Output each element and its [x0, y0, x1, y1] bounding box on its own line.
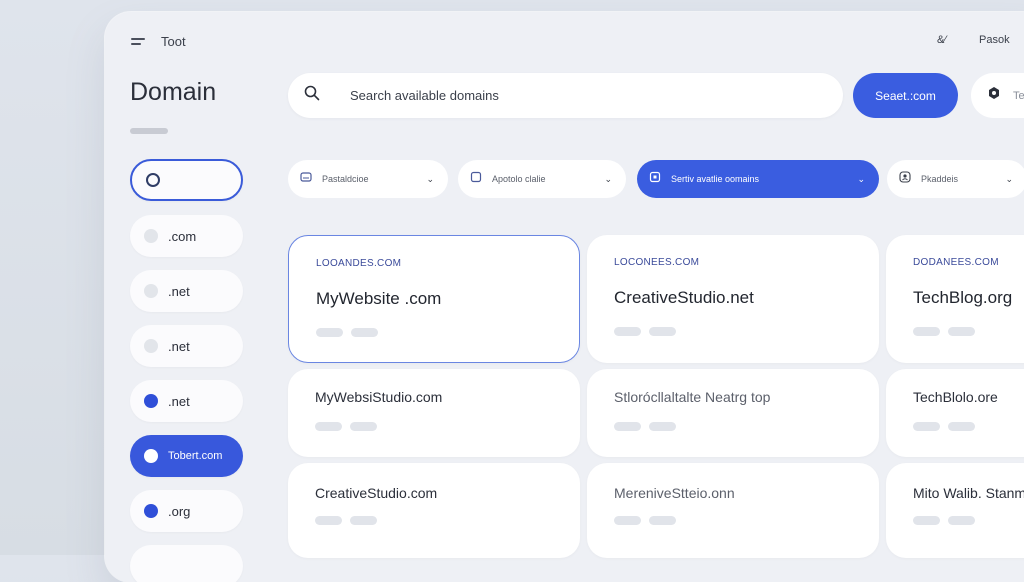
chevron-down-icon: ⌄	[1005, 173, 1013, 184]
sidebar-item-more[interactable]	[130, 545, 243, 582]
filter-dropdown-1[interactable]: Pastaldcioe ⌄	[288, 160, 448, 198]
radio-selected-icon	[144, 449, 158, 463]
card-tag	[948, 516, 975, 525]
radio-selected-icon	[144, 504, 158, 518]
filter-icon	[300, 170, 312, 188]
card-domain-name: MyWebsiStudio.com	[315, 389, 443, 405]
card-tag	[351, 328, 378, 337]
card-domain-name: MyWebsite .com	[316, 289, 442, 308]
filter-icon	[649, 170, 661, 188]
card-tag	[614, 422, 641, 431]
domain-card[interactable]: LOOANDES.COM MyWebsite .com	[288, 235, 580, 363]
filter-label: Sertiv avatlie oomains	[671, 174, 760, 184]
card-category: LOCONEES.COM	[614, 257, 700, 268]
top-menu-item-2[interactable]: Pasok	[979, 34, 1010, 46]
card-tag	[315, 516, 342, 525]
card-tag	[913, 516, 940, 525]
sidebar-item-search[interactable]	[130, 159, 243, 201]
card-tag	[649, 422, 676, 431]
card-tag	[316, 328, 343, 337]
card-domain-name: Stlorócllaltalte Neatrg top	[614, 389, 771, 405]
sidebar-item-label: .org	[168, 503, 191, 519]
card-tag	[948, 422, 975, 431]
card-tag	[649, 327, 676, 336]
sidebar-item-label: Tobert.com	[168, 450, 223, 462]
card-tag	[948, 327, 975, 336]
page-title: Domain	[130, 78, 217, 106]
extra-button[interactable]: Te	[971, 73, 1024, 118]
chevron-down-icon: ⌄	[604, 173, 612, 184]
card-category: DODANEES.COM	[913, 257, 999, 268]
card-tag	[350, 422, 377, 431]
filter-dropdown-available[interactable]: Sertiv avatlie oomains ⌄	[637, 160, 879, 198]
sidebar-item-active[interactable]: Tobert.com	[130, 435, 243, 477]
chevron-down-icon: ⌄	[857, 173, 865, 184]
menu-icon[interactable]	[131, 38, 147, 48]
domain-card[interactable]: Mito Walib. Stanm	[886, 463, 1024, 558]
card-domain-name: MerenivеStteio.onn	[614, 485, 735, 501]
card-tag	[614, 327, 641, 336]
card-domain-name: TechBlolo.ore	[913, 389, 998, 405]
card-tag	[315, 422, 342, 431]
filter-label: Pkaddeis	[921, 174, 959, 184]
card-domain-name: CreativeStudio.com	[315, 485, 438, 501]
domain-card[interactable]: MyWebsiStudio.com	[288, 369, 580, 457]
radio-selected-icon	[144, 394, 158, 408]
sidebar-item-net[interactable]: .net	[130, 270, 243, 312]
card-tag	[913, 422, 940, 431]
sidebar-item-label: .com	[168, 228, 197, 244]
filter-dropdown-2[interactable]: Apotolo clalie ⌄	[458, 160, 626, 198]
top-bar: Toot &⁄ Pasok	[105, 12, 1024, 72]
domain-card[interactable]: Stlorócllaltalte Neatrg top	[587, 369, 879, 457]
title-underline	[130, 128, 168, 134]
domain-card[interactable]: MerenivеStteio.onn	[587, 463, 879, 558]
filter-icon	[470, 170, 482, 188]
app-window: Toot &⁄ Pasok Domain .com .net .net .net…	[105, 12, 1024, 582]
top-menu-item-1[interactable]: &⁄	[937, 34, 946, 46]
filter-label: Pastaldcioe	[322, 174, 369, 184]
user-icon	[899, 170, 911, 188]
sidebar-item-net-2[interactable]: .net	[130, 325, 243, 367]
chevron-down-icon: ⌄	[426, 173, 434, 184]
settings-icon	[987, 86, 1001, 105]
domain-card[interactable]: CreativeStudio.com	[288, 463, 580, 558]
search-icon	[304, 85, 320, 106]
domain-card[interactable]: LOCONEES.COM CreativeStudio.net	[587, 235, 879, 363]
domain-card[interactable]: DODANEES.COM TechBlog.org	[886, 235, 1024, 363]
radio-icon	[144, 229, 158, 243]
search-button[interactable]: Seaet.:com	[853, 73, 958, 118]
radio-icon	[144, 284, 158, 298]
sidebar-item-label: .net	[168, 393, 190, 409]
sidebar-item-org[interactable]: .org	[130, 490, 243, 532]
search-bar[interactable]: Search available domains	[288, 73, 843, 118]
app-title: Toot	[161, 34, 186, 49]
sidebar-item-label: .net	[168, 283, 190, 299]
sidebar-item-com[interactable]: .com	[130, 215, 243, 257]
card-tag	[614, 516, 641, 525]
search-input[interactable]: Search available domains	[350, 88, 499, 103]
card-domain-name: Mito Walib. Stanm	[913, 485, 1024, 501]
sidebar-item-net-3[interactable]: .net	[130, 380, 243, 422]
domain-card[interactable]: TechBlolo.ore	[886, 369, 1024, 457]
card-domain-name: CreativeStudio.net	[614, 288, 754, 307]
card-category: LOOANDES.COM	[316, 258, 402, 269]
radio-icon	[144, 339, 158, 353]
card-tag	[350, 516, 377, 525]
card-domain-name: TechBlog.org	[913, 288, 1013, 307]
filter-dropdown-4[interactable]: Pkaddeis ⌄	[887, 160, 1024, 198]
card-tag	[649, 516, 676, 525]
filter-label: Apotolo clalie	[492, 174, 546, 184]
extra-button-label: Te	[1013, 89, 1024, 102]
sidebar-item-label: .net	[168, 338, 190, 354]
card-tag	[913, 327, 940, 336]
radio-icon	[146, 173, 160, 187]
